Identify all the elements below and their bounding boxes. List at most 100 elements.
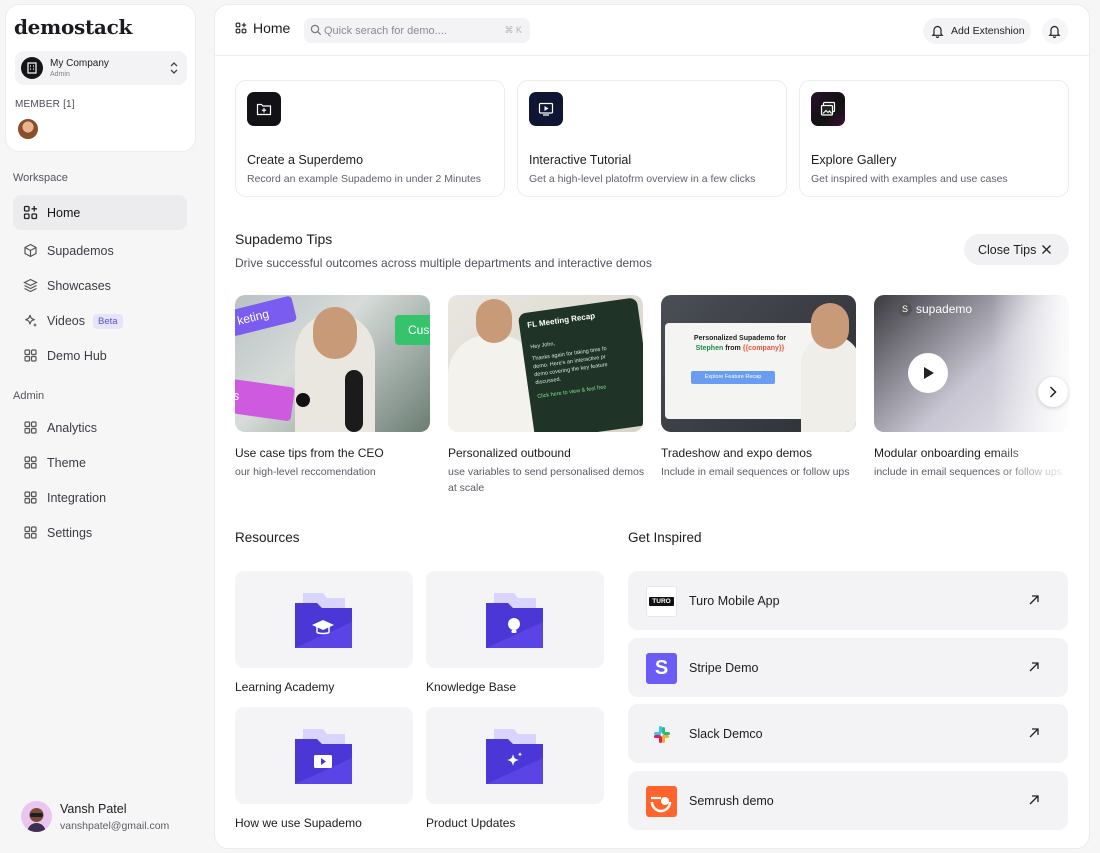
sidebar: demostack My Company Admin MEMBER [1] Wo… (0, 0, 204, 853)
inspired-item-slack[interactable]: Slack Demco (628, 704, 1068, 763)
resource-tile (426, 707, 604, 804)
sidebar-item-showcases[interactable]: Showcases (13, 268, 187, 303)
resource-card[interactable]: Learning Academy (235, 571, 413, 694)
inspired-item-turo[interactable]: TURO Turo Mobile App (628, 571, 1068, 630)
tip-card[interactable]: Personalized Supademo for Stephen from {… (661, 295, 856, 478)
sidebar-item-label: Analytics (47, 421, 98, 435)
lightbulb-folder-icon (486, 593, 543, 648)
home-grid-icon (23, 205, 38, 220)
bell-icon (1048, 25, 1061, 38)
sidebar-item-videos[interactable]: Videos Beta (13, 303, 187, 338)
add-extension-button[interactable]: Add Extenshion (923, 18, 1031, 44)
card-title: Explore Gallery (811, 153, 897, 167)
company-switcher[interactable]: My Company Admin (15, 51, 187, 85)
resource-label: How we use Supademo (235, 816, 362, 830)
tip-card[interactable]: S supademo Modular onboarding emails inc… (874, 295, 1069, 478)
card-title: Interactive Tutorial (529, 153, 632, 167)
sidebar-item-home[interactable]: Home (13, 195, 187, 230)
grid-icon (24, 349, 37, 362)
tip-description: Include in email sequences or follow ups (661, 466, 850, 478)
tip-card[interactable]: keting Cus s Use case tips from the CEO … (235, 295, 430, 478)
inspired-item-stripe[interactable]: S Stripe Demo (628, 638, 1068, 697)
search-shortcut: ⌘ K (504, 25, 522, 35)
sidebar-item-analytics[interactable]: Analytics (13, 410, 187, 445)
close-tips-button[interactable]: Close Tips (964, 234, 1069, 265)
sidebar-item-supademos[interactable]: Supademos (13, 233, 187, 268)
arrow-up-right-icon (1029, 795, 1039, 805)
top-bar: Home ⌘ K Add Extenshion (215, 5, 1089, 56)
sidebar-item-label: Integration (47, 491, 107, 505)
card-subtitle: Record an example Supademo in under 2 Mi… (247, 173, 482, 185)
card-title: Create a Superdemo (247, 153, 364, 167)
beta-badge: Beta (93, 314, 123, 329)
tip-card[interactable]: FL Meeting Recap Hey John, Thanks again … (448, 295, 644, 494)
sidebar-item-integration[interactable]: Integration (13, 480, 187, 515)
sidebar-item-label: Supademos (47, 244, 114, 258)
resource-tile (426, 571, 604, 668)
grid-icon (24, 456, 37, 469)
search-input[interactable] (324, 18, 499, 43)
search-icon (310, 24, 322, 36)
carousel-next-button[interactable] (1038, 377, 1068, 407)
layers-icon (23, 278, 38, 293)
explore-gallery-card[interactable]: Explore Gallery Get inspired with exampl… (799, 80, 1069, 197)
tip-thumbnail: keting Cus s (235, 295, 430, 432)
tip-description: include in email sequences or follow ups (874, 466, 1062, 478)
close-tips-label: Close Tips (978, 243, 1037, 257)
chevron-right-icon (1049, 386, 1057, 398)
personalized-name: Stephen (695, 345, 724, 352)
inspired-label: Semrush demo (689, 794, 774, 808)
arrow-up-right-icon (1029, 662, 1039, 672)
interactive-tutorial-card[interactable]: Interactive Tutorial Get a high-level pl… (517, 80, 787, 197)
sparkle-icon (25, 314, 37, 327)
resource-tile (235, 571, 413, 668)
arrow-up-right-icon (1029, 728, 1039, 738)
get-inspired-title: Get Inspired (628, 530, 702, 545)
sidebar-item-settings[interactable]: Settings (13, 515, 187, 550)
personalized-from: from (725, 345, 741, 352)
folder-plus-icon (247, 92, 281, 126)
workspace-card: demostack My Company Admin MEMBER [1] (5, 4, 196, 152)
resource-card[interactable]: Product Updates (426, 707, 604, 830)
recap-card-title: FL Meeting Recap (526, 311, 596, 330)
member-avatar[interactable] (17, 118, 39, 140)
resource-card[interactable]: How we use Supademo (235, 707, 413, 830)
sidebar-item-demo-hub[interactable]: Demo Hub (13, 338, 187, 373)
admin-section-label: Admin (13, 390, 45, 402)
company-name: My Company (50, 58, 109, 69)
turo-logo-text: TURO (649, 597, 674, 606)
stripe-logo: S (646, 653, 677, 684)
resource-card[interactable]: Knowledge Base (426, 571, 604, 694)
create-superdemo-card[interactable]: Create a Superdemo Record an example Sup… (235, 80, 505, 197)
tag-sales: s (235, 378, 296, 422)
tip-description: use variables to send personalised demos… (448, 466, 645, 494)
sidebar-item-label: Demo Hub (47, 349, 107, 363)
play-screen-icon (529, 92, 563, 126)
tip-title: Personalized outbound (448, 446, 571, 460)
card-subtitle: Get a high-level platofrm overview in a … (529, 173, 756, 185)
sidebar-item-theme[interactable]: Theme (13, 445, 187, 480)
home-grid-icon (235, 22, 247, 34)
inspired-label: Slack Demco (689, 727, 763, 741)
resource-label: Learning Academy (235, 680, 335, 694)
video-folder-icon (295, 729, 352, 784)
graduation-cap-folder-icon (295, 593, 352, 648)
card-subtitle: Get inspired with examples and use cases (811, 173, 1008, 185)
page-title-text: Home (253, 20, 291, 36)
user-avatar[interactable] (21, 801, 52, 832)
tips-title: Supademo Tips (235, 231, 333, 247)
member-label: MEMBER [1] (15, 99, 75, 110)
notifications-button[interactable] (1042, 18, 1068, 44)
grid-icon (24, 421, 37, 434)
tip-title: Tradeshow and expo demos (661, 446, 812, 460)
search-box: ⌘ K (304, 18, 530, 43)
resource-tile (235, 707, 413, 804)
inspired-item-semrush[interactable]: Semrush demo (628, 771, 1068, 830)
tip-thumbnail: Personalized Supademo for Stephen from {… (661, 295, 856, 432)
tip-title: Modular onboarding emails (874, 446, 1019, 460)
brand-logo: demostack (14, 15, 133, 39)
main-panel: Home ⌘ K Add Extenshion Create a Superde… (214, 4, 1090, 849)
close-icon (1042, 245, 1051, 254)
cube-icon (24, 243, 37, 258)
grid-icon (24, 491, 37, 504)
